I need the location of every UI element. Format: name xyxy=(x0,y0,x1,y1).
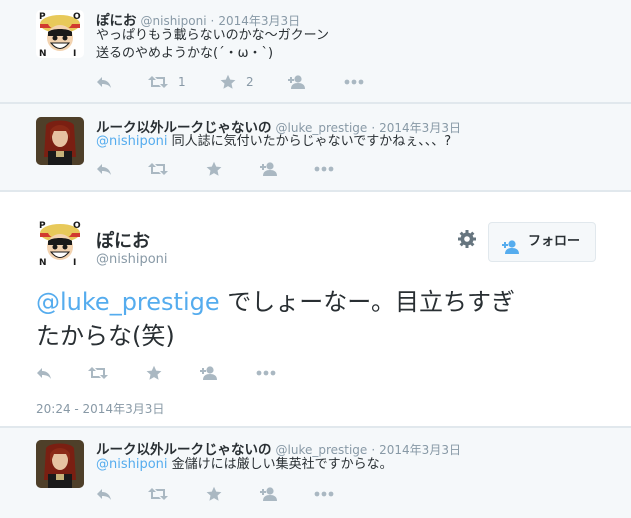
tweet-text-body: 同人誌に気付いたからじゃないですかねぇ、、、? xyxy=(167,134,452,149)
tweet-text-line: @luke_prestige でしょーなー。目立ちすぎ xyxy=(36,285,606,319)
avatar[interactable] xyxy=(36,10,84,58)
more-icon[interactable] xyxy=(314,485,334,503)
star-icon[interactable] xyxy=(146,364,162,382)
tweet-date[interactable]: 2014年3月3日 xyxy=(218,14,300,28)
tweet-actions: 1 2 xyxy=(96,73,376,91)
follow-icon[interactable] xyxy=(200,364,220,382)
follow-icon[interactable] xyxy=(260,485,280,503)
reply-icon[interactable] xyxy=(96,485,112,503)
tweet-text-line: やっぱりもう載らないのかな〜ガクーン xyxy=(96,28,329,43)
user-handle[interactable]: @nishiponi xyxy=(96,252,168,267)
conversation-tweet[interactable]: ルーク以外ルークじゃないの @luke_prestige · 2014年3月3日 @n… xyxy=(0,104,631,190)
favorite-button[interactable]: 2 xyxy=(220,73,254,91)
star-icon[interactable] xyxy=(206,485,222,503)
tweet-text-line: たからな(笑) xyxy=(36,322,175,350)
follow-icon[interactable] xyxy=(288,73,308,91)
more-icon[interactable] xyxy=(256,364,276,382)
avatar[interactable] xyxy=(36,117,84,165)
reply-icon[interactable] xyxy=(96,73,112,91)
star-icon xyxy=(220,74,236,90)
tweet-actions xyxy=(96,160,376,178)
avatar[interactable] xyxy=(36,219,84,267)
mention-link[interactable]: @nishiponi xyxy=(96,457,168,472)
retweet-icon[interactable] xyxy=(88,364,108,382)
star-icon[interactable] xyxy=(206,160,222,178)
follow-label: フォロー xyxy=(528,234,581,249)
retweet-icon[interactable] xyxy=(148,485,168,503)
tweet-text-body: 金儲けには厳しい集英社ですからな。 xyxy=(167,457,393,472)
reply-icon[interactable] xyxy=(96,160,112,178)
more-icon[interactable] xyxy=(314,160,334,178)
tweet-text-body: でしょーなー。目立ちすぎ xyxy=(219,288,515,316)
retweet-icon xyxy=(148,74,168,90)
tweet-text: やっぱりもう載らないのかな〜ガクーン 送るのやめようかな(´・ω・`) xyxy=(96,27,329,63)
gear-icon[interactable] xyxy=(457,229,477,253)
favorite-count: 2 xyxy=(246,75,254,89)
more-icon[interactable] xyxy=(344,73,364,91)
follow-button[interactable]: フォロー xyxy=(488,222,596,262)
user-handle[interactable]: @nishiponi xyxy=(141,14,207,28)
tweet-actions xyxy=(96,485,376,503)
avatar[interactable] xyxy=(36,440,84,488)
follow-icon xyxy=(502,233,522,271)
mention-link[interactable]: @nishiponi xyxy=(96,134,168,149)
tweet-timestamp[interactable]: 20:24 - 2014年3月3日 xyxy=(36,400,164,417)
tweet-actions xyxy=(36,364,316,382)
retweet-count: 1 xyxy=(178,75,186,89)
follow-icon[interactable] xyxy=(260,160,280,178)
reply-icon[interactable] xyxy=(36,364,52,382)
retweet-icon[interactable] xyxy=(148,160,168,178)
user-name[interactable]: ぽにお xyxy=(96,227,150,253)
conversation-tweet[interactable]: ぽにお @nishiponi · 2014年3月3日 やっぱりもう載らないのかな〜ガク… xyxy=(0,0,631,102)
separator: · xyxy=(210,14,215,28)
user-handle[interactable]: @luke_prestige xyxy=(276,443,368,457)
retweet-button[interactable]: 1 xyxy=(148,73,186,91)
tweet-date[interactable]: 2014年3月3日 xyxy=(379,443,461,457)
separator: · xyxy=(371,443,376,457)
reply-tweet[interactable]: ルーク以外ルークじゃないの @luke_prestige · 2014年3月3日 @n… xyxy=(0,428,631,518)
tweet-text: @luke_prestige でしょーなー。目立ちすぎ たからな(笑) xyxy=(36,285,606,353)
tweet-text: @nishiponi 同人誌に気付いたからじゃないですかねぇ、、、? xyxy=(96,133,451,151)
mention-link[interactable]: @luke_prestige xyxy=(36,288,220,316)
tweet-text-line: 送るのやめようかな(´・ω・`) xyxy=(96,46,274,61)
tweet-text: @nishiponi 金儲けには厳しい集英社ですからな。 xyxy=(96,456,393,474)
